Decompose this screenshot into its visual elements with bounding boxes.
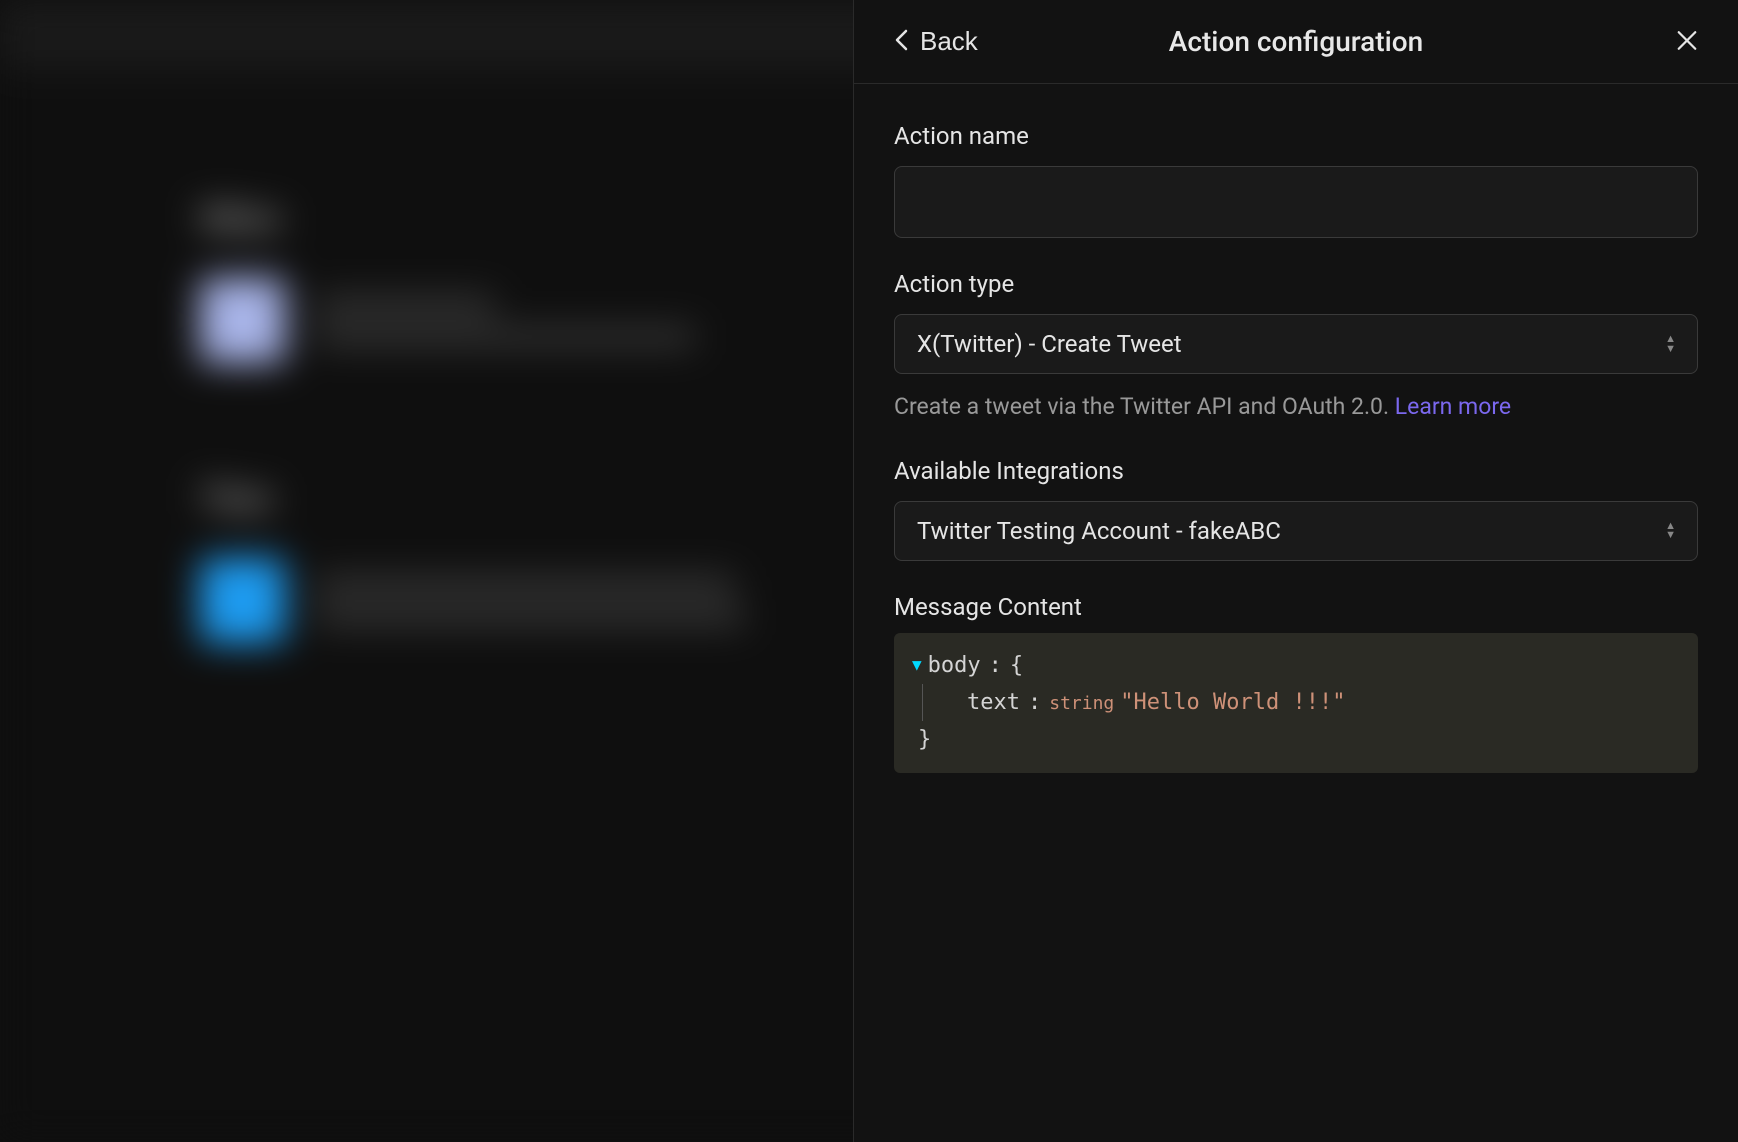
action-name-input[interactable] xyxy=(894,166,1698,238)
back-button[interactable]: Back xyxy=(894,26,978,57)
action-type-field-group: Action type X(Twitter) - Create Tweet ▲ … xyxy=(894,270,1698,425)
action-name-field-group: Action name xyxy=(894,122,1698,238)
integrations-select[interactable]: Twitter Testing Account - fakeABC xyxy=(894,501,1698,561)
code-body-key: body xyxy=(928,647,981,684)
action-type-description: Create a tweet via the Twitter API and O… xyxy=(894,390,1698,425)
message-content-field-group: Message Content ▼ body : { text : string… xyxy=(894,593,1698,773)
collapse-toggle-icon[interactable]: ▼ xyxy=(912,651,922,678)
integrations-label: Available Integrations xyxy=(894,457,1698,485)
chevron-left-icon xyxy=(894,28,908,56)
action-type-selected-value: X(Twitter) - Create Tweet xyxy=(917,330,1182,358)
message-content-label: Message Content xyxy=(894,593,1698,621)
action-type-select[interactable]: X(Twitter) - Create Tweet xyxy=(894,314,1698,374)
code-text-key: text xyxy=(967,684,1020,721)
code-open-brace: { xyxy=(1010,647,1023,684)
panel-body: Action name Action type X(Twitter) - Cre… xyxy=(854,84,1738,1142)
integrations-field-group: Available Integrations Twitter Testing A… xyxy=(894,457,1698,561)
panel-header: Back Action configuration xyxy=(854,0,1738,84)
bg-heading-then: Then xyxy=(200,480,745,518)
close-icon xyxy=(1676,29,1698,51)
close-button[interactable] xyxy=(1676,29,1698,54)
bg-heading-when: When xyxy=(200,200,695,238)
back-label: Back xyxy=(920,26,978,57)
code-string-value: "Hello World !!!" xyxy=(1120,684,1345,721)
learn-more-link[interactable]: Learn more xyxy=(1395,393,1511,420)
code-close-brace: } xyxy=(918,721,931,758)
panel-title: Action configuration xyxy=(1169,25,1423,58)
action-name-label: Action name xyxy=(894,122,1698,150)
code-type-label: string xyxy=(1049,689,1114,720)
integrations-selected-value: Twitter Testing Account - fakeABC xyxy=(917,517,1281,545)
action-type-label: Action type xyxy=(894,270,1698,298)
action-config-panel: Back Action configuration Action name Ac… xyxy=(853,0,1738,1142)
message-content-editor[interactable]: ▼ body : { text : string "Hello World !!… xyxy=(894,633,1698,773)
